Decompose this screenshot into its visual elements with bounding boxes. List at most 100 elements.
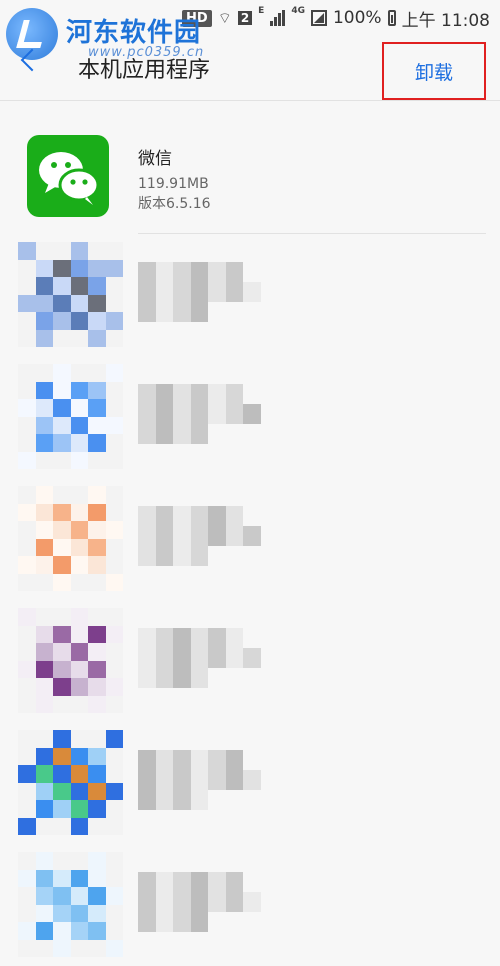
text-pixel [155, 384, 173, 404]
icon-pixel [35, 939, 53, 957]
icon-pixel [88, 556, 106, 574]
text-pixel [208, 404, 226, 424]
icon-pixel [35, 782, 53, 800]
icon-pixel [105, 608, 123, 626]
text-pixel [138, 912, 156, 932]
text-pixel [173, 526, 191, 546]
icon-pixel [53, 573, 71, 591]
app-size: 119.91MB [138, 176, 209, 192]
icon-pixel [70, 416, 88, 434]
icon-pixel [70, 782, 88, 800]
list-item-blurred-app[interactable] [0, 722, 500, 844]
text-pixel [173, 668, 191, 688]
icon-pixel [18, 329, 36, 347]
list-item-blurred-app[interactable] [0, 356, 500, 478]
icon-pixel [53, 922, 71, 940]
text-pixel [173, 506, 191, 526]
icon-pixel [88, 399, 106, 417]
text-pixel [225, 872, 243, 892]
icon-pixel [53, 486, 71, 504]
network-e-label: E [258, 6, 265, 16]
icon-pixel [35, 695, 53, 713]
text-pixel [173, 282, 191, 302]
icon-pixel [88, 503, 106, 521]
icon-pixel [53, 678, 71, 696]
text-pixel [173, 648, 191, 668]
text-pixel [208, 750, 226, 770]
list-item-blurred-app[interactable] [0, 844, 500, 966]
text-pixel [208, 282, 226, 302]
icon-pixel [105, 364, 123, 382]
icon-pixel [35, 765, 53, 783]
icon-pixel [35, 660, 53, 678]
text-pixel [155, 506, 173, 526]
icon-pixel [18, 259, 36, 277]
icon-pixel [35, 800, 53, 818]
icon-pixel [35, 852, 53, 870]
icon-pixel [18, 399, 36, 417]
text-pixel [138, 546, 156, 566]
icon-pixel [88, 817, 106, 835]
icon-pixel [18, 312, 36, 330]
icon-pixel [35, 416, 53, 434]
text-pixel [138, 302, 156, 322]
text-pixel [225, 384, 243, 404]
icon-pixel [105, 381, 123, 399]
icon-pixel [53, 939, 71, 957]
text-pixel [208, 872, 226, 892]
text-pixel [138, 424, 156, 444]
icon-pixel [105, 904, 123, 922]
icon-pixel [105, 556, 123, 574]
text-pixel [138, 668, 156, 688]
text-pixel [138, 750, 156, 770]
icon-pixel [70, 451, 88, 469]
icon-pixel [70, 800, 88, 818]
icon-pixel [18, 887, 36, 905]
text-pixel [208, 892, 226, 912]
icon-pixel [35, 259, 53, 277]
icon-pixel [105, 573, 123, 591]
list-item-blurred-app[interactable] [0, 478, 500, 600]
icon-pixel [53, 869, 71, 887]
icon-pixel [35, 277, 53, 295]
list-item-wechat[interactable]: 微信 119.91MB 版本6.5.16 [0, 112, 500, 234]
text-pixel [138, 790, 156, 810]
icon-pixel [70, 277, 88, 295]
icon-pixel [53, 904, 71, 922]
icon-pixel [35, 381, 53, 399]
icon-pixel [88, 329, 106, 347]
list-item-blurred-app[interactable] [0, 234, 500, 356]
back-arrow-icon[interactable] [20, 48, 44, 72]
icon-pixel [18, 381, 36, 399]
text-pixel [155, 912, 173, 932]
icon-pixel [53, 242, 71, 260]
icon-pixel [18, 416, 36, 434]
text-pixel [190, 892, 208, 912]
text-pixel [225, 770, 243, 790]
text-pixel [155, 282, 173, 302]
icon-pixel [105, 678, 123, 696]
icon-pixel [88, 660, 106, 678]
list-item-blurred-app[interactable] [0, 600, 500, 722]
icon-pixel [70, 242, 88, 260]
icon-pixel [88, 521, 106, 539]
uninstall-button[interactable]: 卸载 [382, 42, 486, 100]
text-pixel [225, 404, 243, 424]
icon-pixel [105, 503, 123, 521]
text-pixel [190, 668, 208, 688]
text-pixel [225, 526, 243, 546]
text-pixel [155, 546, 173, 566]
icon-pixel [70, 573, 88, 591]
icon-pixel [105, 765, 123, 783]
text-pixel [173, 404, 191, 424]
icon-pixel [105, 695, 123, 713]
signal-box-icon [310, 10, 327, 26]
icon-pixel [53, 294, 71, 312]
icon-pixel [35, 887, 53, 905]
icon-pixel [18, 538, 36, 556]
app-version: 版本6.5.16 [138, 196, 211, 212]
wifi-icon: ⌔ [217, 8, 232, 27]
icon-pixel [70, 538, 88, 556]
icon-pixel [53, 765, 71, 783]
icon-pixel [88, 608, 106, 626]
